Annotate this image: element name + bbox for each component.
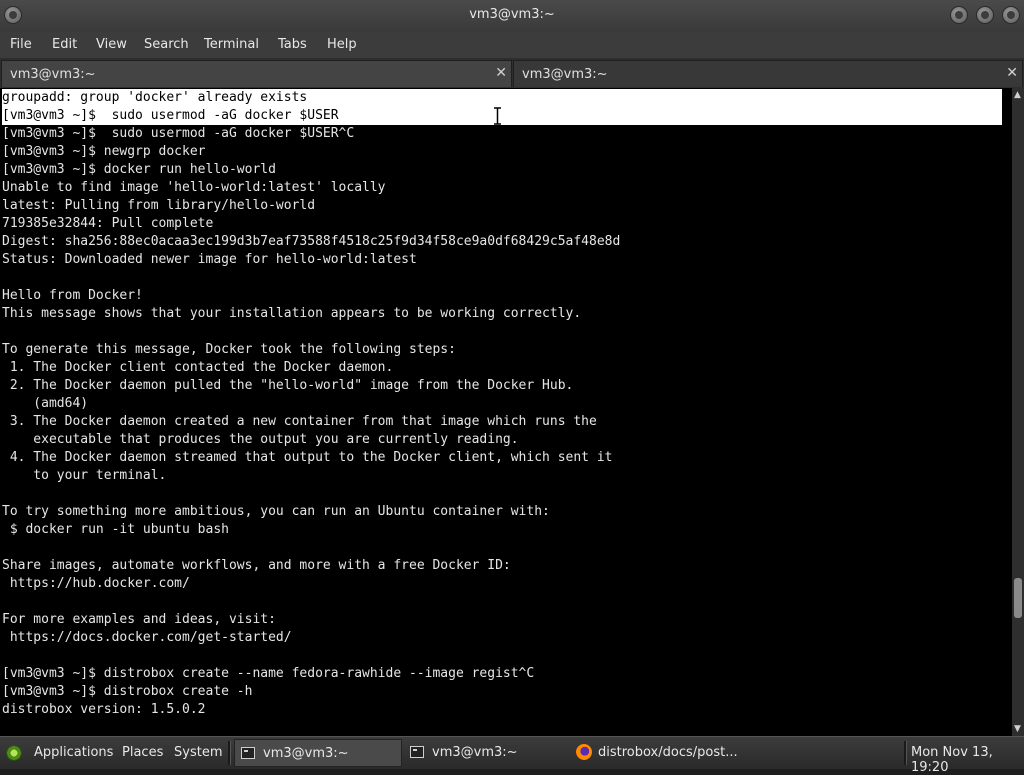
- menu-view[interactable]: View: [96, 37, 127, 52]
- terminal-line: This message shows that your installatio…: [2, 306, 582, 321]
- terminal-line: 3. The Docker daemon created a new conta…: [2, 414, 597, 429]
- terminal-line: to your terminal.: [2, 468, 167, 483]
- terminal-line: For more examples and ideas, visit:: [2, 612, 276, 627]
- terminal-line: Unable to find image 'hello-world:latest…: [2, 180, 386, 195]
- taskbar-separator: [904, 741, 907, 765]
- taskbar-task-firefox[interactable]: distrobox/docs/post...: [570, 739, 760, 767]
- terminal-line: 2. The Docker daemon pulled the "hello-w…: [2, 378, 574, 393]
- terminal-line: Share images, automate workflows, and mo…: [2, 558, 511, 573]
- terminal-line: Hello from Docker!: [2, 288, 143, 303]
- menu-edit[interactable]: Edit: [52, 37, 77, 52]
- taskbar-task-terminal-1[interactable]: vm3@vm3:~: [234, 739, 402, 767]
- scrollbar-thumb[interactable]: [1014, 578, 1022, 618]
- terminal-line: Status: Downloaded newer image for hello…: [2, 252, 417, 267]
- terminal-line: $ docker run -it ubuntu bash: [2, 522, 229, 537]
- system-menu[interactable]: System: [174, 745, 222, 760]
- terminal-line: To generate this message, Docker took th…: [2, 342, 456, 357]
- tab-label: vm3@vm3:~: [10, 67, 96, 82]
- minimize-button[interactable]: [950, 6, 968, 24]
- terminal-line: (amd64): [2, 396, 89, 411]
- terminal-line: To try something more ambitious, you can…: [2, 504, 550, 519]
- terminal-line: [vm3@vm3 ~]$ distrobox create -h: [2, 684, 253, 699]
- terminal-line: https://docs.docker.com/get-started/: [2, 630, 292, 645]
- window-title-bar[interactable]: vm3@vm3:~: [0, 0, 1024, 32]
- close-window-button[interactable]: [1002, 6, 1020, 24]
- taskbar-task-terminal-2[interactable]: vm3@vm3:~: [404, 739, 568, 767]
- places-menu[interactable]: Places: [122, 745, 163, 760]
- terminal-icon: [410, 746, 424, 758]
- terminal-line: [vm3@vm3 ~]$ docker run hello-world: [2, 162, 276, 177]
- terminal-line: latest: Pulling from library/hello-world: [2, 198, 316, 213]
- scroll-up-icon[interactable]: ▲: [1014, 90, 1021, 100]
- terminal-line: https://hub.docker.com/: [2, 576, 190, 591]
- terminal-line: [vm3@vm3 ~]$ newgrp docker: [2, 144, 206, 159]
- terminal-line: [vm3@vm3 ~]$ sudo usermod -aG docker $US…: [2, 107, 1002, 125]
- task-label: vm3@vm3:~: [432, 745, 518, 760]
- terminal-line: [vm3@vm3 ~]$ sudo usermod -aG docker $US…: [2, 126, 355, 141]
- taskbar-separator: [228, 741, 231, 765]
- tab-label: vm3@vm3:~: [522, 67, 608, 82]
- task-label: distrobox/docs/post...: [598, 745, 738, 760]
- menu-tabs[interactable]: Tabs: [278, 37, 307, 52]
- terminal-line: 719385e32844: Pull complete: [2, 216, 214, 231]
- close-tab-icon[interactable]: ✕: [1006, 65, 1018, 81]
- terminal-line: 4. The Docker daemon streamed that outpu…: [2, 450, 613, 465]
- terminal-scrollbar[interactable]: ▲ ▼: [1012, 88, 1024, 736]
- terminal-line: groupadd: group 'docker' already exists: [2, 89, 1002, 107]
- task-label: vm3@vm3:~: [263, 746, 349, 761]
- tab-bar: vm3@vm3:~ ✕ vm3@vm3:~ ✕: [0, 58, 1024, 88]
- terminal-line: [vm3@vm3 ~]$ distrobox create --name fed…: [2, 666, 535, 681]
- terminal-line: Digest: sha256:88ec0acaa3ec199d3b7eaf735…: [2, 234, 621, 249]
- terminal-output[interactable]: groupadd: group 'docker' already exists[…: [0, 88, 1012, 736]
- menu-terminal[interactable]: Terminal: [204, 37, 259, 52]
- tab-terminal-1[interactable]: vm3@vm3:~ ✕: [1, 60, 512, 87]
- window-title: vm3@vm3:~: [469, 7, 555, 22]
- menu-file[interactable]: File: [10, 37, 32, 52]
- menu-help[interactable]: Help: [327, 37, 357, 52]
- applications-menu[interactable]: Applications: [34, 745, 113, 760]
- applications-menu-icon[interactable]: [6, 745, 22, 761]
- terminal-icon: [241, 747, 255, 759]
- scroll-down-icon[interactable]: ▼: [1014, 724, 1021, 734]
- taskbar: Applications Places System vm3@vm3:~ vm3…: [0, 736, 1024, 775]
- tab-terminal-2[interactable]: vm3@vm3:~ ✕: [513, 60, 1023, 87]
- firefox-icon: [576, 744, 592, 760]
- menu-bar: File Edit View Search Terminal Tabs Help: [0, 32, 1024, 58]
- maximize-button[interactable]: [976, 6, 994, 24]
- close-tab-icon[interactable]: ✕: [495, 65, 507, 81]
- text-cursor-icon: [494, 107, 501, 125]
- menu-search[interactable]: Search: [144, 37, 189, 52]
- clock[interactable]: Mon Nov 13, 19:20: [911, 745, 1024, 775]
- terminal-line: distrobox version: 1.5.0.2: [2, 702, 206, 717]
- terminal-line: 1. The Docker client contacted the Docke…: [2, 360, 394, 375]
- terminal-line: executable that produces the output you …: [2, 432, 519, 447]
